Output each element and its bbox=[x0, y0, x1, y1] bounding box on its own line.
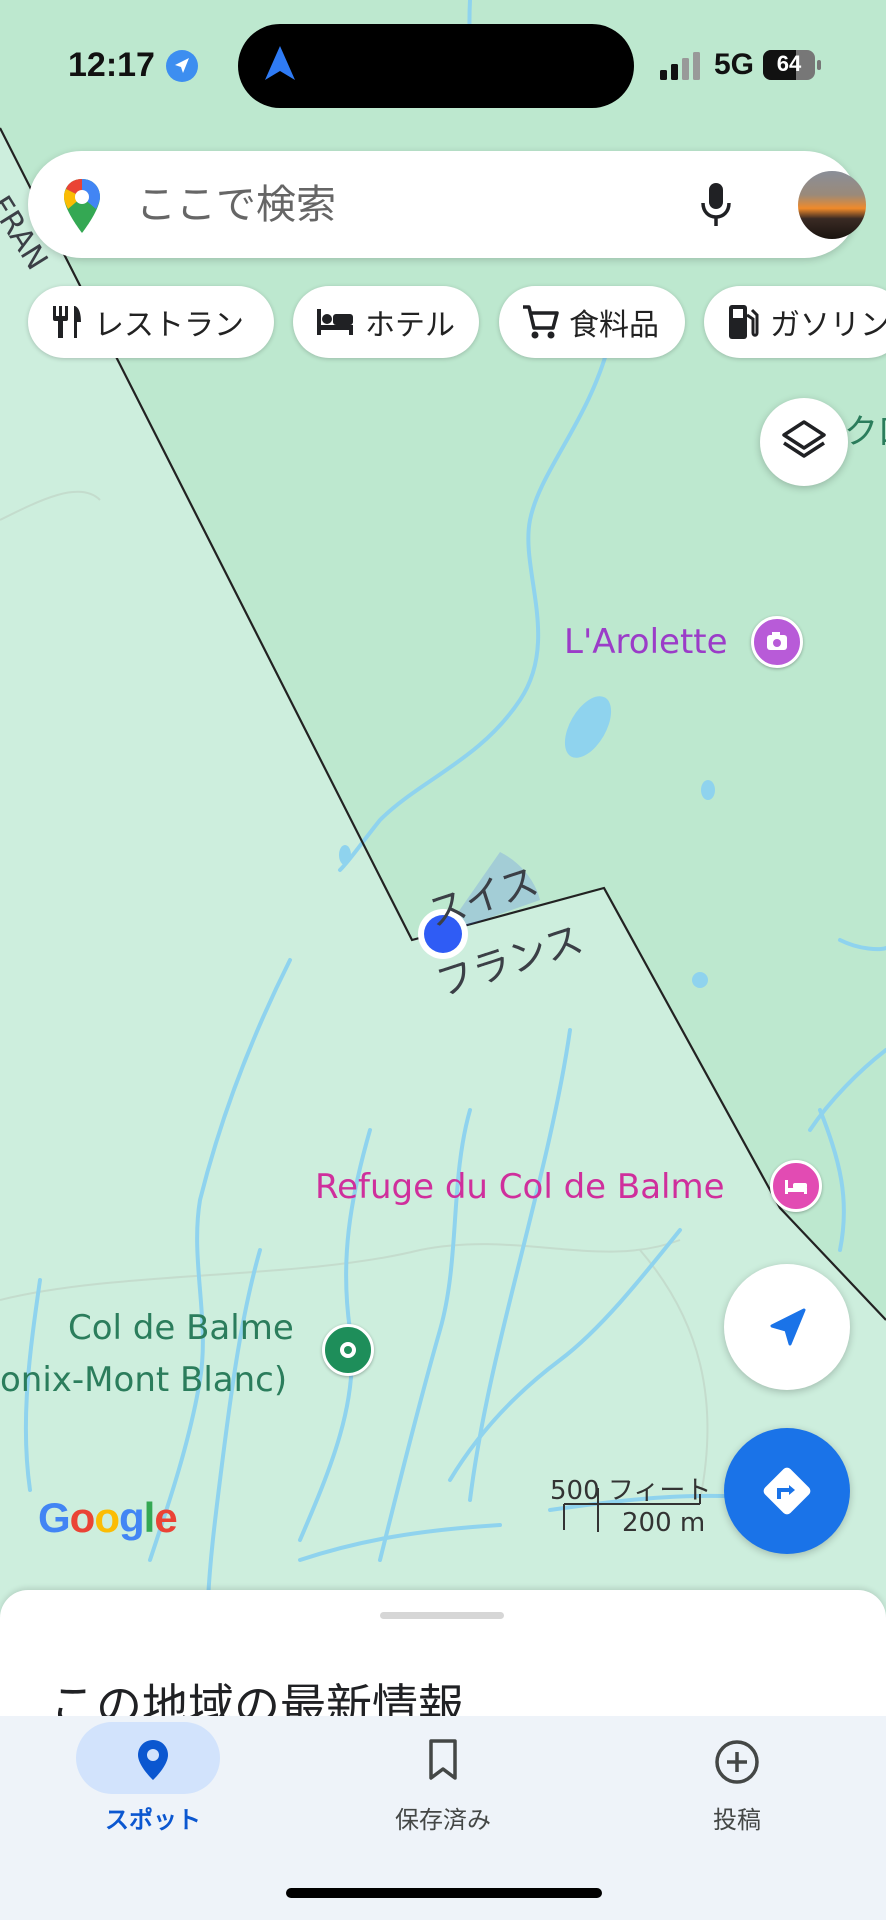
home-indicator[interactable] bbox=[286, 1888, 602, 1898]
restaurant-icon bbox=[53, 306, 81, 338]
bottom-sheet[interactable]: この地域の最新情報 bbox=[0, 1590, 886, 1733]
directions-icon bbox=[763, 1467, 811, 1515]
chip-label-restaurant: レストラン bbox=[94, 308, 244, 343]
nav-label-explore: スポット bbox=[105, 1806, 201, 1834]
place-pin-icon bbox=[138, 1740, 168, 1780]
sheet-drag-handle[interactable] bbox=[380, 1612, 504, 1619]
google-logo-letter: o bbox=[69, 1494, 96, 1541]
search-bar[interactable] bbox=[28, 151, 866, 258]
google-logo: Google bbox=[38, 1494, 178, 1542]
battery-level: 64 bbox=[776, 51, 802, 76]
place-label-refuge[interactable]: Refuge du Col de Balme bbox=[315, 1167, 725, 1207]
scale-metric: 200 m bbox=[622, 1508, 706, 1538]
battery-tip bbox=[817, 60, 821, 70]
navigation-icon bbox=[265, 46, 295, 80]
cart-icon bbox=[523, 305, 559, 339]
directions-button[interactable] bbox=[724, 1428, 850, 1554]
location-arrow-icon bbox=[770, 1308, 806, 1346]
nav-label-contribute: 投稿 bbox=[713, 1806, 761, 1834]
layers-icon bbox=[782, 420, 826, 458]
google-logo-letter: o bbox=[94, 1494, 120, 1541]
avatar[interactable] bbox=[798, 171, 866, 239]
chip-label-grocery: 食料品 bbox=[569, 308, 659, 343]
chip-gas[interactable]: ガソリン bbox=[704, 286, 886, 358]
place-label-col-de-balme[interactable]: Col de Balme bbox=[68, 1302, 294, 1354]
google-logo-letter: g bbox=[118, 1494, 145, 1541]
google-logo-letter: l bbox=[143, 1494, 156, 1541]
chip-grocery[interactable]: 食料品 bbox=[499, 286, 685, 358]
camera-poi-icon[interactable] bbox=[751, 616, 803, 668]
maps-pin-icon bbox=[64, 179, 100, 233]
google-logo-letter: e bbox=[154, 1494, 177, 1541]
place-label-arolette[interactable]: L'Arolette bbox=[564, 622, 728, 662]
map-scale: 500 フィート 200 m bbox=[550, 1468, 711, 1538]
chip-restaurant[interactable]: レストラン bbox=[28, 286, 274, 358]
microphone-icon[interactable] bbox=[700, 181, 732, 229]
signal-icon bbox=[660, 52, 700, 80]
nav-label-saved: 保存済み bbox=[395, 1806, 491, 1834]
hotel-icon bbox=[317, 309, 353, 335]
search-input[interactable] bbox=[136, 175, 676, 235]
google-logo-letter: G bbox=[38, 1494, 71, 1541]
add-circle-icon bbox=[715, 1740, 759, 1784]
chip-hotel[interactable]: ホテル bbox=[293, 286, 479, 358]
nav-item-saved[interactable]: 保存済み bbox=[343, 1716, 543, 1846]
dynamic-island bbox=[238, 24, 634, 108]
chip-label-gas: ガソリン bbox=[770, 308, 886, 343]
bookmark-icon bbox=[429, 1739, 457, 1780]
status-bar: 12:17 5G 64 bbox=[0, 0, 886, 120]
nav-item-contribute[interactable]: 投稿 bbox=[637, 1716, 837, 1846]
network-type: 5G bbox=[714, 48, 755, 81]
lodging-poi-icon[interactable] bbox=[770, 1160, 822, 1212]
gas-pump-icon bbox=[729, 305, 759, 339]
location-arrow-icon bbox=[166, 50, 198, 82]
chip-label-hotel: ホテル bbox=[365, 308, 455, 343]
park-poi-icon[interactable] bbox=[322, 1324, 374, 1376]
battery-icon: 64 bbox=[763, 50, 815, 80]
my-location-button[interactable] bbox=[724, 1264, 850, 1390]
map-label-edge: ク口 bbox=[844, 412, 886, 452]
status-time: 12:17 bbox=[68, 46, 155, 84]
nav-item-explore[interactable]: スポット bbox=[53, 1716, 253, 1846]
layers-button[interactable] bbox=[760, 398, 848, 486]
place-label-chamonix[interactable]: onix-Mont Blanc) bbox=[0, 1354, 287, 1406]
